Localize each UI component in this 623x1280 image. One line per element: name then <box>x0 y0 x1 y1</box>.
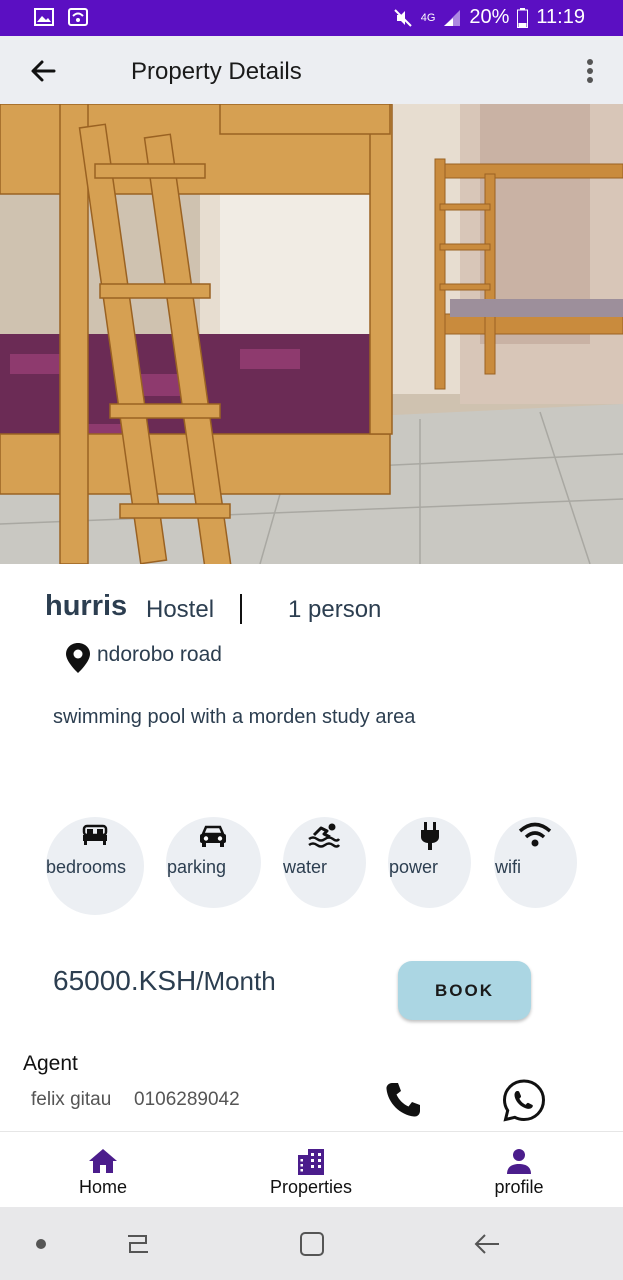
dot-icon <box>36 1239 46 1249</box>
amenity-water: water <box>283 817 366 908</box>
image-icon <box>34 8 54 26</box>
more-vertical-icon[interactable] <box>580 56 600 86</box>
page-title: Property Details <box>131 58 302 85</box>
agent-name: felix gitau <box>31 1089 112 1110</box>
back-button-icon[interactable] <box>473 1230 501 1258</box>
nav-properties[interactable]: Properties <box>231 1132 391 1208</box>
amenity-parking: parking <box>166 817 261 908</box>
location-pin-icon <box>66 643 90 673</box>
mute-icon <box>393 8 412 27</box>
signal-icon <box>444 9 461 26</box>
battery-icon <box>517 7 529 28</box>
bed-icon <box>82 824 108 845</box>
nav-label: Home <box>78 1177 127 1197</box>
amenity-label: bedrooms <box>46 857 127 877</box>
property-type: Hostel <box>146 596 215 623</box>
nav-label: Properties <box>269 1177 353 1197</box>
car-icon <box>200 825 226 847</box>
agent-phone: 0106289042 <box>134 1089 240 1110</box>
nav-home[interactable]: Home <box>23 1132 183 1208</box>
network-type: 4G <box>420 11 436 24</box>
price-period: /Month <box>196 966 276 996</box>
amenity-wifi: wifi <box>494 817 577 908</box>
agent-heading: Agent <box>23 1052 78 1075</box>
swimming-icon <box>308 823 340 848</box>
home-button-icon[interactable] <box>298 1230 326 1258</box>
book-button[interactable]: BOOK <box>398 961 531 1020</box>
property-location: ndorobo road <box>97 643 222 666</box>
amenity-power: power <box>388 817 471 908</box>
clock: 11:19 <box>536 6 585 28</box>
recent-apps-icon[interactable] <box>124 1230 152 1258</box>
whatsapp-icon[interactable] <box>501 1078 547 1124</box>
person-icon <box>507 1149 531 1174</box>
nav-profile[interactable]: profile <box>439 1132 599 1208</box>
plug-icon <box>421 822 439 850</box>
battery-percent: 20% <box>469 6 510 28</box>
property-description: swimming pool with a morden study area <box>53 706 416 728</box>
property-photo <box>0 104 623 564</box>
price-amount: 65000.KSH <box>53 965 197 996</box>
property-name: hurris <box>45 590 128 622</box>
app-bar: Property Details <box>0 36 623 104</box>
amenity-bedrooms: bedrooms <box>46 817 144 915</box>
wifi-icon <box>68 8 88 26</box>
nav-label: profile <box>494 1177 544 1197</box>
amenity-label: parking <box>167 857 227 877</box>
phone-call-icon[interactable] <box>383 1080 423 1120</box>
property-image-carousel[interactable] <box>0 104 623 564</box>
home-icon <box>89 1149 117 1173</box>
building-icon <box>298 1149 324 1175</box>
wifi-icon <box>518 822 552 847</box>
system-navigation-bar <box>0 1207 623 1280</box>
bottom-navigation: Home Properties profile <box>0 1131 623 1208</box>
arrow-left-icon[interactable] <box>28 56 58 86</box>
status-bar: 4G 20% 11:19 <box>0 0 623 36</box>
divider <box>240 594 242 624</box>
amenity-label: wifi <box>495 857 521 877</box>
property-capacity: 1 person <box>288 596 382 623</box>
price: 65000.KSH/Month <box>53 965 276 997</box>
amenity-label: water <box>283 857 328 877</box>
amenity-label: power <box>389 857 439 877</box>
